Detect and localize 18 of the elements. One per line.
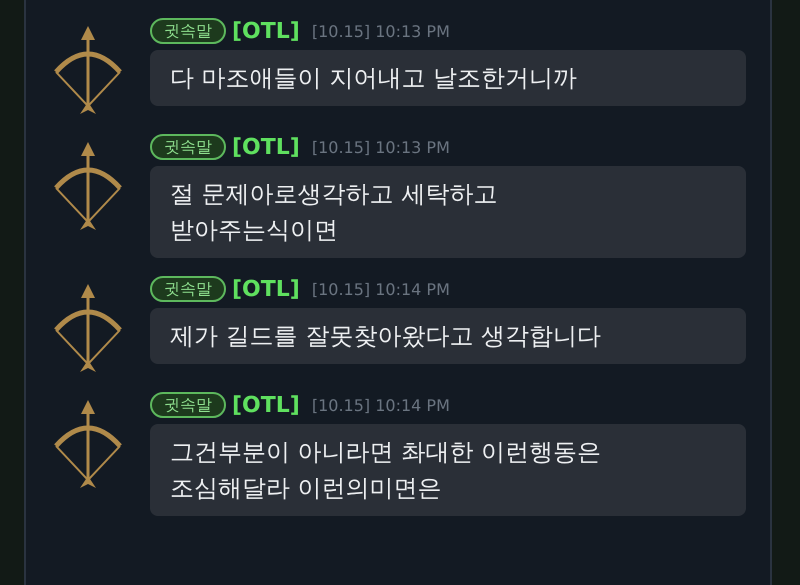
message-text: 받아주는식이면: [170, 215, 339, 246]
whisper-tag: 귓속말: [150, 276, 226, 302]
sender-name: [OTL]: [232, 276, 300, 302]
timestamp: [10.15] 10:14 PM: [312, 396, 450, 414]
timestamp: [10.15] 10:13 PM: [312, 22, 450, 40]
sender-name: [OTL]: [232, 18, 300, 44]
message-text: 조심해달라 이런의미면은: [170, 473, 443, 504]
message-text: 절 문제아로생각하고 세탁하고: [170, 179, 498, 210]
whisper-tag: 귓속말: [150, 392, 226, 418]
message-text: 제가 길드를 잘못찾아왔다고 생각합니다: [170, 321, 602, 352]
sender-name: [OTL]: [232, 392, 300, 418]
timestamp: [10.15] 10:14 PM: [312, 280, 450, 298]
message-text: 그건부분이 아니라면 촤대한 이런행동은: [170, 437, 602, 468]
message-text: 다 마조애들이 지어내고 날조한거니까: [170, 63, 578, 94]
whisper-tag: 귓속말: [150, 18, 226, 44]
whisper-tag: 귓속말: [150, 134, 226, 160]
timestamp: [10.15] 10:13 PM: [312, 138, 450, 156]
sender-name: [OTL]: [232, 134, 300, 160]
